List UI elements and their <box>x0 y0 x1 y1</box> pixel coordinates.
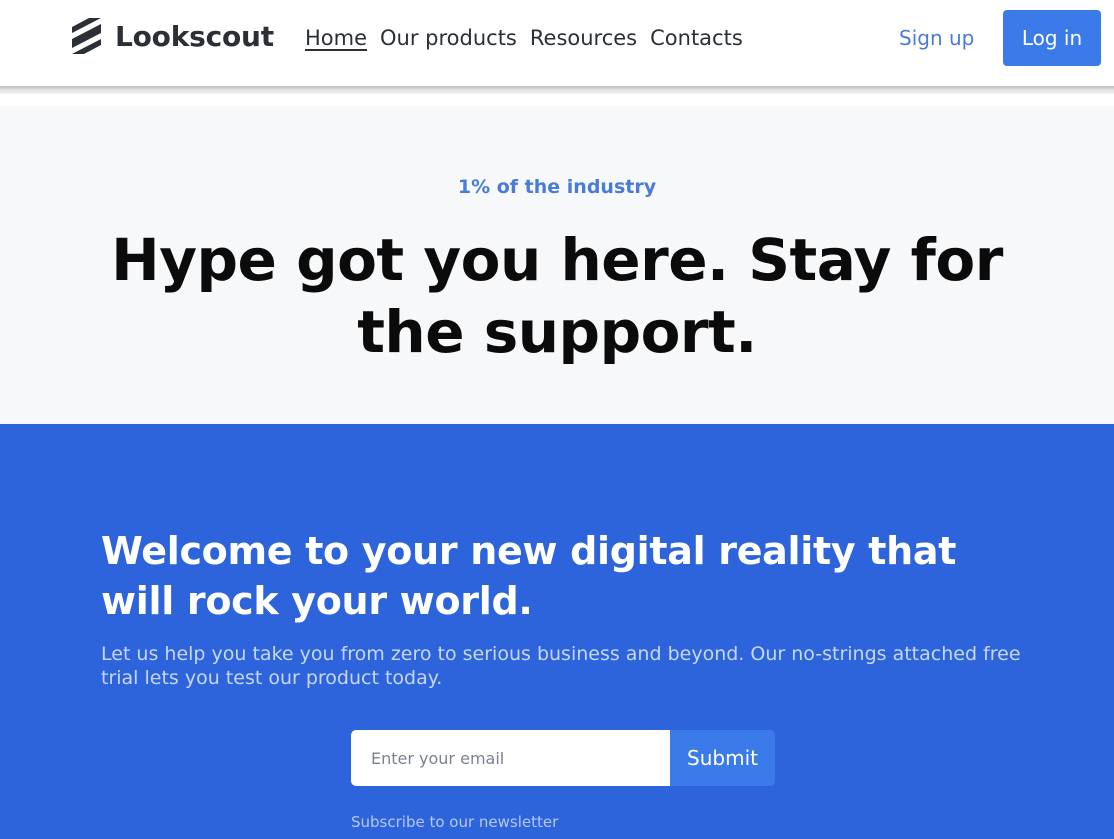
hero-section: 1% of the industry Hype got you here. St… <box>0 106 1114 424</box>
brand-logo-link[interactable]: Lookscout <box>70 18 274 54</box>
hero-title: Hype got you here. Stay for the support. <box>111 226 1003 366</box>
nav-link-home[interactable]: Home <box>305 24 367 52</box>
header-spacer <box>0 94 1114 106</box>
cta-title: Welcome to your new digital reality that… <box>101 529 957 623</box>
email-input[interactable] <box>351 730 670 786</box>
brand-name: Lookscout <box>115 19 274 53</box>
log-in-button[interactable]: Log in <box>1003 10 1101 66</box>
newsletter-cta-section: Welcome to your new digital reality that… <box>0 424 1114 839</box>
subscribe-note: Subscribe to our newsletter <box>351 813 559 831</box>
nav-link-resources[interactable]: Resources <box>530 24 637 52</box>
nav-link-our-products[interactable]: Our products <box>380 24 517 52</box>
main-nav: Home Our products Resources Contacts <box>305 24 743 52</box>
hero-eyebrow: 1% of the industry <box>457 176 657 198</box>
submit-button[interactable]: Submit <box>670 730 775 786</box>
sign-up-link[interactable]: Sign up <box>899 24 974 52</box>
cta-description: Let us help you take you from zero to se… <box>101 643 1021 689</box>
header-shadow-divider <box>0 86 1114 94</box>
nav-link-contacts[interactable]: Contacts <box>650 24 743 52</box>
stacked-bars-logo-icon <box>72 18 101 54</box>
subscribe-form: Submit <box>351 730 775 786</box>
site-header: Lookscout Home Our products Resources Co… <box>0 0 1114 86</box>
